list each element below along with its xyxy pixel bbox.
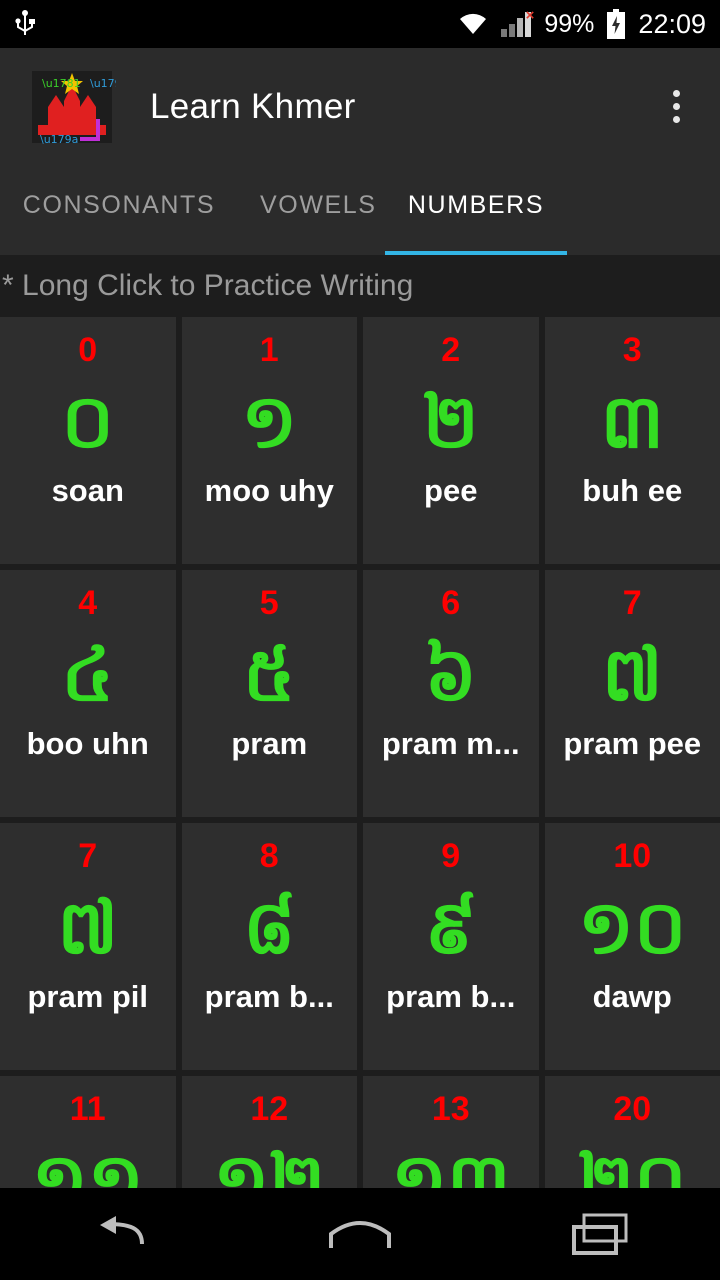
khmer-numeral-glyph: ២ — [422, 380, 479, 463]
number-cell[interactable]: 7 ៧ pram pee — [544, 570, 720, 817]
number-label: 0 — [78, 331, 98, 369]
pronunciation-label: moo uhy — [204, 473, 334, 508]
status-bar: × 99% 22:09 — [0, 0, 720, 48]
number-cell[interactable]: 8 ៨ pram b... — [181, 823, 357, 1070]
signal-error-mark: × — [525, 7, 535, 24]
number-label: 12 — [250, 1090, 289, 1128]
khmer-numeral-glyph: ០ — [61, 380, 114, 463]
number-cell[interactable]: 1 ១ moo uhy — [181, 317, 357, 564]
svg-text:\u1798: \u1798 — [90, 77, 116, 90]
app-screen: × 99% 22:09 \u1781 \u17 \u179a Learn Khm… — [0, 0, 720, 1280]
number-cell[interactable]: 7 ៧ pram pil — [0, 823, 176, 1070]
number-label: 4 — [78, 584, 98, 622]
svg-text:\u179a: \u179a — [40, 133, 78, 146]
pronunciation-label: pram b... — [204, 979, 334, 1014]
number-label: 2 — [441, 331, 461, 369]
number-label: 5 — [259, 584, 279, 622]
number-label: 10 — [613, 837, 652, 875]
tab-vowels-label: VOWELS — [260, 191, 377, 219]
khmer-numeral-glyph: ៧ — [601, 633, 663, 716]
back-icon[interactable] — [60, 1202, 180, 1266]
number-label: 7 — [78, 837, 98, 875]
battery-percent-label: 99% — [544, 9, 595, 38]
usb-icon — [14, 10, 36, 38]
tab-consonants[interactable]: CONSONANTS — [0, 187, 238, 255]
tab-bar: CONSONANTS VOWELS NUMBERS — [0, 165, 720, 255]
number-label: 6 — [441, 584, 461, 622]
number-label: 3 — [622, 331, 642, 369]
tab-numbers-label: NUMBERS — [407, 191, 545, 219]
pronunciation-label: pee — [424, 473, 478, 508]
number-cell[interactable]: 4 ៤ boo uhn — [0, 570, 176, 817]
number-cell[interactable]: 9 ៩ pram b... — [363, 823, 539, 1070]
number-cell[interactable]: 2 ២ pee — [363, 317, 539, 564]
number-label: 8 — [259, 837, 279, 875]
status-bar-clock: 22:09 — [638, 8, 706, 39]
number-label: 20 — [613, 1090, 652, 1128]
pronunciation-label: dawp — [592, 979, 672, 1014]
practice-hint: * Long Click to Practice Writing — [0, 255, 720, 317]
number-label: 9 — [441, 837, 461, 875]
pronunciation-label: pram — [231, 726, 308, 761]
pronunciation-label: buh ee — [582, 473, 683, 508]
khmer-numeral-glyph: ១០ — [578, 886, 687, 969]
pronunciation-label: pram pil — [27, 979, 149, 1014]
number-cell[interactable]: 0 ០ soan — [0, 317, 176, 564]
khmer-numeral-glyph: ១ — [241, 380, 298, 463]
recent-apps-icon[interactable] — [540, 1202, 660, 1266]
khmer-numeral-glyph: ៨ — [243, 886, 296, 969]
khmer-numeral-glyph: ៧ — [57, 886, 119, 969]
khmer-numeral-glyph: ៦ — [424, 633, 477, 716]
app-logo-icon: \u1781 \u1798 \u179a — [28, 67, 129, 147]
khmer-numeral-glyph: ៤ — [61, 633, 114, 716]
number-cell[interactable]: 3 ៣ buh ee — [544, 317, 720, 564]
number-label: 13 — [431, 1090, 470, 1128]
khmer-numeral-glyph: ៣ — [600, 380, 664, 463]
number-cell[interactable]: 5 ៥ pram — [181, 570, 357, 817]
khmer-numeral-glyph: ៩ — [424, 886, 477, 969]
numbers-grid: 0 ០ soan 1 ១ moo uhy 2 ២ pee 3 ៣ buh ee 4 ៤ boo uhn 5 ៥ p… — [0, 317, 720, 1280]
svg-text:\u1781: \u1781 — [42, 77, 81, 90]
number-cell[interactable]: 10 ១០ dawp — [544, 823, 720, 1070]
system-nav-bar — [0, 1188, 720, 1280]
home-icon[interactable] — [300, 1202, 420, 1266]
pronunciation-label: boo uhn — [26, 726, 149, 761]
tab-vowels[interactable]: VOWELS — [238, 187, 385, 255]
signal-bars-icon: × — [500, 7, 535, 38]
number-label: 11 — [69, 1090, 106, 1128]
action-bar: \u1781 \u1798 \u179a Learn Khmer — [0, 48, 720, 165]
number-label: 7 — [622, 584, 642, 622]
status-bar-left — [14, 10, 36, 38]
pronunciation-label: pram b... — [386, 979, 516, 1014]
pronunciation-label: pram m... — [381, 726, 520, 761]
number-cell[interactable]: 6 ៦ pram m... — [363, 570, 539, 817]
khmer-numeral-glyph: ៥ — [243, 633, 296, 716]
number-label: 1 — [259, 331, 279, 369]
overflow-menu-icon[interactable] — [654, 77, 698, 137]
battery-charging-icon — [606, 9, 626, 39]
page-title: Learn Khmer — [150, 86, 356, 126]
tab-numbers[interactable]: NUMBERS — [385, 187, 567, 255]
wifi-icon — [458, 12, 488, 36]
tab-consonants-label: CONSONANTS — [22, 191, 216, 219]
status-bar-right: × 99% 22:09 — [458, 7, 706, 40]
pronunciation-label: pram pee — [563, 726, 702, 761]
pronunciation-label: soan — [51, 473, 124, 508]
